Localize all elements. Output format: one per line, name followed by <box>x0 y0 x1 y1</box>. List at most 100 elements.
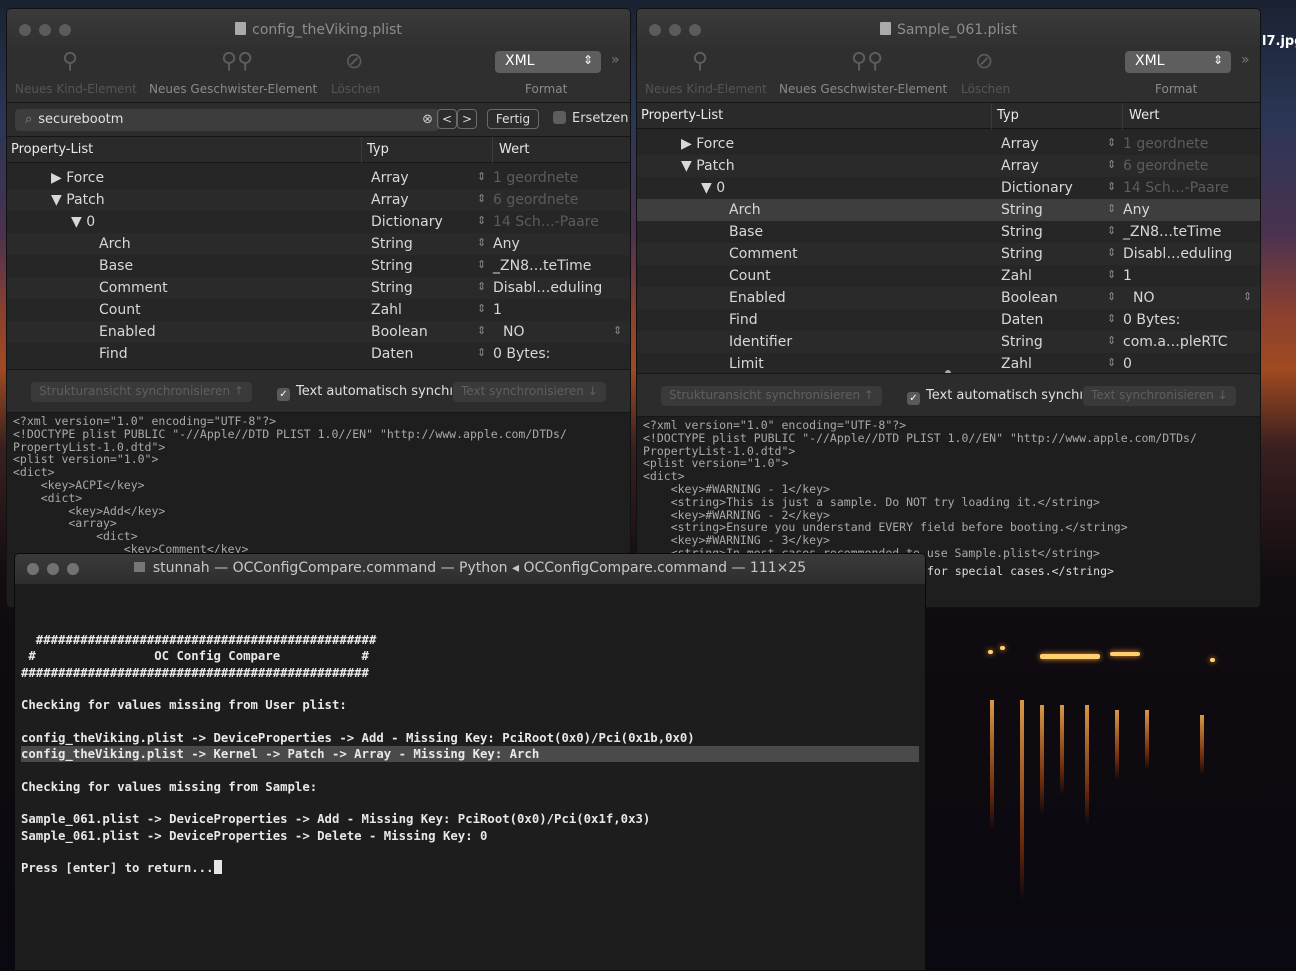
updown-icon[interactable]: ⇕ <box>477 258 486 271</box>
updown-icon[interactable]: ⇕ <box>1107 180 1116 193</box>
table-row[interactable]: ▼ Patch Array ⇕ 6 geordnete <box>637 155 1260 177</box>
row-type[interactable]: Boolean <box>371 324 428 340</box>
table-row[interactable]: Identifier String ⇕ com.a…pleRTC <box>637 331 1260 353</box>
auto-sync-checkbox[interactable]: ✓ Text automatisch synchı <box>907 388 1083 405</box>
updown-icon[interactable]: ⇕ <box>1107 202 1116 215</box>
delete-icon[interactable]: ⊘ <box>345 49 363 74</box>
table-row[interactable]: Enabled Boolean ⇕ NO ⇕ <box>637 287 1260 309</box>
column-type[interactable]: Typ <box>367 142 389 157</box>
delete-icon[interactable]: ⊘ <box>975 49 993 74</box>
row-value[interactable]: 1 geordnete <box>1123 136 1208 152</box>
row-value[interactable]: 0 Bytes: <box>1123 312 1180 328</box>
row-value[interactable]: Any <box>1123 202 1150 218</box>
replace-checkbox[interactable]: Ersetzen <box>553 111 629 126</box>
table-row[interactable]: Base String ⇕ _ZN8…teTime <box>637 221 1260 243</box>
find-next-button[interactable]: > <box>457 109 477 129</box>
toolbar-overflow-icon[interactable]: » <box>611 52 620 68</box>
new-child-button[interactable]: Neues Kind-Element <box>645 82 767 96</box>
row-value[interactable]: NO <box>503 324 525 340</box>
search-input[interactable]: ⌕ securebootm ⊗ <box>15 109 439 131</box>
row-type[interactable]: String <box>371 280 413 296</box>
sync-structure-button[interactable]: Strukturansicht synchronisieren ↑ <box>31 382 252 402</box>
updown-icon[interactable]: ⇕ <box>477 280 486 293</box>
table-row[interactable]: ▼ 0 Dictionary ⇕ 14 Sch…-Paare <box>637 177 1260 199</box>
new-child-button[interactable]: Neues Kind-Element <box>15 82 137 96</box>
row-value[interactable]: 0 <box>1123 356 1132 372</box>
row-type[interactable]: String <box>1001 224 1043 240</box>
table-row[interactable]: Comment String ⇕ Disabl…eduling <box>637 243 1260 265</box>
row-type[interactable]: String <box>371 258 413 274</box>
table-row[interactable]: Find Daten ⇕ 0 Bytes: <box>637 309 1260 331</box>
row-type[interactable]: Daten <box>371 346 413 362</box>
updown-icon[interactable]: ⇕ <box>1107 246 1116 259</box>
row-type[interactable]: Array <box>371 192 409 208</box>
row-value[interactable]: 0 Bytes: <box>493 346 550 362</box>
row-type[interactable]: Boolean <box>1001 290 1058 306</box>
updown-icon[interactable]: ⇕ <box>477 302 486 315</box>
updown-icon[interactable]: ⇕ <box>1107 290 1116 303</box>
sync-structure-button[interactable]: Strukturansicht synchronisieren ↑ <box>661 386 882 406</box>
table-row[interactable]: Find Daten ⇕ 0 Bytes: <box>7 343 630 365</box>
table-row[interactable]: Arch String ⇕ Any <box>7 233 630 255</box>
new-sibling-icon[interactable]: ⚲⚲ <box>851 49 883 74</box>
row-type[interactable]: Array <box>371 170 409 186</box>
new-sibling-button[interactable]: Neues Geschwister-Element <box>779 82 947 96</box>
row-value[interactable]: 14 Sch…-Paare <box>1123 180 1229 196</box>
updown-icon[interactable]: ⇕ <box>1107 158 1116 171</box>
table-row[interactable]: Count Zahl ⇕ 1 <box>637 265 1260 287</box>
row-type[interactable]: Daten <box>1001 312 1043 328</box>
row-value[interactable]: Disabl…eduling <box>1123 246 1232 262</box>
row-value[interactable]: _ZN8…teTime <box>493 258 591 274</box>
row-value[interactable]: 6 geordnete <box>1123 158 1208 174</box>
row-value[interactable]: Disabl…eduling <box>493 280 602 296</box>
table-row[interactable]: ▼ Patch Array ⇕ 6 geordnete <box>7 189 630 211</box>
column-value[interactable]: Wert <box>499 142 530 157</box>
row-value[interactable]: 1 <box>1123 268 1132 284</box>
column-property-list[interactable]: Property-List <box>11 142 93 157</box>
column-property-list[interactable]: Property-List <box>641 108 723 123</box>
row-value[interactable]: 1 <box>493 302 502 318</box>
row-value[interactable]: 1 geordnete <box>493 170 578 186</box>
updown-icon[interactable]: ⇕ <box>477 324 486 337</box>
auto-sync-checkbox[interactable]: ✓ Text automatisch synchı <box>277 384 453 401</box>
updown-icon[interactable]: ⇕ <box>1107 334 1116 347</box>
toolbar-overflow-icon[interactable]: » <box>1241 52 1250 68</box>
terminal-titlebar[interactable]: stunnah — OCConfigCompare.command — Pyth… <box>15 554 925 584</box>
row-value[interactable]: NO <box>1133 290 1155 306</box>
sync-text-button[interactable]: Text synchronisieren ↓ <box>453 382 606 402</box>
clear-icon[interactable]: ⊗ <box>422 112 433 127</box>
updown-icon[interactable]: ⇕ <box>477 214 486 227</box>
window-titlebar[interactable]: config_theViking.plist <box>7 9 630 51</box>
new-sibling-icon[interactable]: ⚲⚲ <box>221 49 253 74</box>
row-value[interactable]: 6 geordnete <box>493 192 578 208</box>
updown-icon[interactable]: ⇕ <box>1107 224 1116 237</box>
table-row[interactable]: ▶ Force Array ⇕ 1 geordnete <box>7 167 630 189</box>
row-value[interactable]: com.a…pleRTC <box>1123 334 1228 350</box>
delete-button[interactable]: Löschen <box>961 82 1010 96</box>
table-row[interactable]: Base String ⇕ _ZN8…teTime <box>7 255 630 277</box>
table-row[interactable]: Count Zahl ⇕ 1 <box>7 299 630 321</box>
updown-icon[interactable]: ⇕ <box>477 236 486 249</box>
updown-icon[interactable]: ⇕ <box>477 170 486 183</box>
table-row[interactable]: Arch String ⇕ Any <box>637 199 1260 221</box>
boolean-popup-icon[interactable]: ⇕ <box>613 324 622 337</box>
table-row[interactable]: Comment String ⇕ Disabl…eduling <box>7 277 630 299</box>
sync-text-button[interactable]: Text synchronisieren ↓ <box>1083 386 1236 406</box>
updown-icon[interactable]: ⇕ <box>1107 356 1116 369</box>
column-value[interactable]: Wert <box>1129 108 1160 123</box>
boolean-popup-icon[interactable]: ⇕ <box>1243 290 1252 303</box>
table-row[interactable]: Enabled Boolean ⇕ NO ⇕ <box>7 321 630 343</box>
window-titlebar[interactable]: Sample_061.plist <box>637 9 1260 51</box>
table-row[interactable]: ▶ Force Array ⇕ 1 geordnete <box>637 133 1260 155</box>
row-type[interactable]: String <box>1001 246 1043 262</box>
new-child-icon[interactable]: ⚲ <box>62 49 78 74</box>
row-type[interactable]: Zahl <box>1001 268 1032 284</box>
row-value[interactable]: 14 Sch…-Paare <box>493 214 599 230</box>
new-child-icon[interactable]: ⚲ <box>692 49 708 74</box>
row-type[interactable]: String <box>1001 334 1043 350</box>
find-previous-button[interactable]: < <box>437 109 457 129</box>
desktop-file-label[interactable]: l7.jpg <box>1262 34 1296 49</box>
row-type[interactable]: Zahl <box>1001 356 1032 372</box>
updown-icon[interactable]: ⇕ <box>477 346 486 359</box>
row-type[interactable]: String <box>1001 202 1043 218</box>
